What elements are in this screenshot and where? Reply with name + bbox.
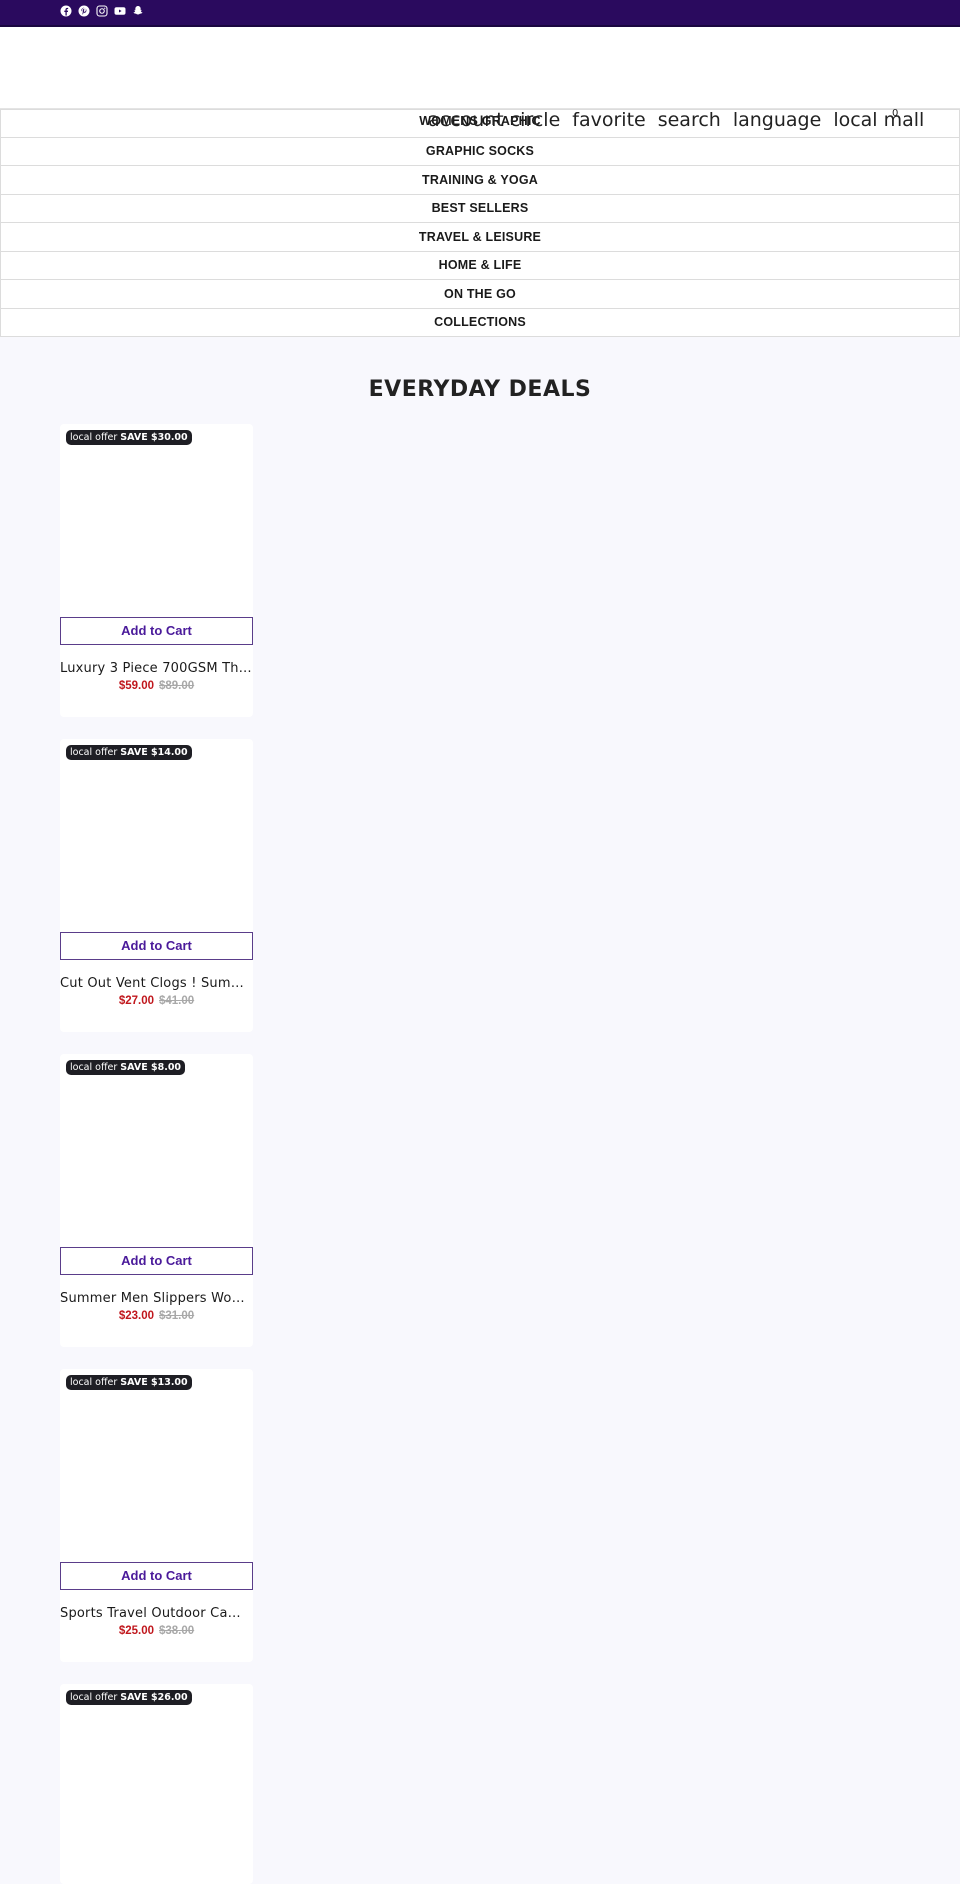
cart-icon[interactable]: local mall bbox=[833, 110, 924, 130]
header-actions: account circle favorite search language … bbox=[428, 110, 924, 130]
product-card: local offer SAVE $26.00 bbox=[60, 1684, 253, 1884]
add-to-cart-button[interactable]: Add to Cart bbox=[60, 617, 253, 645]
discount-badge: local offer SAVE $14.00 bbox=[66, 745, 192, 760]
save-amount: SAVE $26.00 bbox=[120, 1692, 188, 1703]
compare-price: $41.00 bbox=[159, 995, 195, 1007]
save-amount: SAVE $30.00 bbox=[120, 432, 188, 443]
announcement-bar bbox=[0, 0, 960, 27]
youtube-icon[interactable] bbox=[114, 5, 126, 17]
add-to-cart-button[interactable]: Add to Cart bbox=[60, 1247, 253, 1275]
nav-item-label: BEST SELLERS bbox=[431, 201, 529, 216]
product-image[interactable] bbox=[60, 1684, 253, 1877]
sale-price: $59.00 bbox=[118, 680, 154, 692]
product-image[interactable] bbox=[60, 1369, 253, 1562]
product-title[interactable]: Cut Out Vent Clogs ! Summ... bbox=[60, 976, 253, 991]
search-icon[interactable]: search bbox=[658, 110, 721, 130]
product-card: local offer SAVE $8.00 Add to Cart Summe… bbox=[60, 1054, 253, 1347]
instagram-icon[interactable] bbox=[96, 5, 108, 17]
social-links bbox=[60, 5, 144, 17]
local-offer-icon: local offer bbox=[70, 1062, 118, 1073]
section-title: EVERYDAY DEALS bbox=[368, 377, 592, 402]
sale-price: $27.00 bbox=[118, 995, 154, 1007]
compare-price: $38.00 bbox=[159, 1625, 195, 1637]
snapchat-icon[interactable] bbox=[132, 5, 144, 17]
save-amount: SAVE $13.00 bbox=[120, 1377, 188, 1388]
add-to-cart-button[interactable]: Add to Cart bbox=[60, 1562, 253, 1590]
nav-item-label: ON THE GO bbox=[444, 286, 516, 301]
compare-price: $31.00 bbox=[159, 1310, 195, 1322]
facebook-icon[interactable] bbox=[60, 5, 72, 17]
everyday-deals-section: EVERYDAY DEALS local offer SAVE $30.00 A… bbox=[0, 337, 960, 1884]
product-card: local offer SAVE $13.00 Add to Cart Spor… bbox=[60, 1369, 253, 1662]
account-icon[interactable]: account circle bbox=[428, 110, 560, 130]
product-image[interactable] bbox=[60, 739, 253, 932]
local-offer-icon: local offer bbox=[70, 432, 118, 443]
nav-item-home-life[interactable]: HOME & LIFE bbox=[0, 251, 960, 280]
local-offer-icon: local offer bbox=[70, 747, 118, 758]
main-nav: WOMENS GRAPHIC GRAPHIC SOCKS TRAINING & … bbox=[0, 109, 960, 337]
product-title[interactable]: Summer Men Slippers Wom... bbox=[60, 1291, 253, 1306]
product-card: local offer SAVE $14.00 Add to Cart Cut … bbox=[60, 739, 253, 1032]
save-amount: SAVE $8.00 bbox=[120, 1062, 182, 1073]
nav-item-on-the-go[interactable]: ON THE GO bbox=[0, 280, 960, 309]
favorite-icon[interactable]: favorite bbox=[572, 110, 645, 130]
product-title[interactable]: Luxury 3 Piece 700GSM Thi... bbox=[60, 661, 253, 676]
nav-item-training-yoga[interactable]: TRAINING & YOGA bbox=[0, 166, 960, 195]
sale-price: $25.00 bbox=[118, 1625, 154, 1637]
product-prices: $23.00 $31.00 bbox=[60, 1310, 253, 1322]
product-prices: $25.00 $38.00 bbox=[60, 1625, 253, 1637]
nav-item-collections[interactable]: COLLECTIONS bbox=[0, 308, 960, 337]
discount-badge: local offer SAVE $30.00 bbox=[66, 430, 192, 445]
save-amount: SAVE $14.00 bbox=[120, 747, 188, 758]
product-title[interactable]: Sports Travel Outdoor Cam... bbox=[60, 1606, 253, 1621]
product-prices: $59.00 $89.00 bbox=[60, 680, 253, 692]
site-header bbox=[0, 27, 960, 109]
discount-badge: local offer SAVE $26.00 bbox=[66, 1690, 192, 1705]
product-image[interactable] bbox=[60, 1054, 253, 1247]
nav-item-best-sellers[interactable]: BEST SELLERS bbox=[0, 194, 960, 223]
nav-item-label: COLLECTIONS bbox=[434, 315, 526, 330]
nav-item-travel-leisure[interactable]: TRAVEL & LEISURE bbox=[0, 223, 960, 252]
local-offer-icon: local offer bbox=[70, 1377, 118, 1388]
product-card: local offer SAVE $30.00 Add to Cart Luxu… bbox=[60, 424, 253, 717]
nav-item-label: HOME & LIFE bbox=[438, 258, 522, 273]
language-icon[interactable]: language bbox=[733, 110, 821, 130]
local-offer-icon: local offer bbox=[70, 1692, 118, 1703]
nav-item-label: GRAPHIC SOCKS bbox=[425, 144, 535, 159]
cart-count-badge: 0 bbox=[892, 108, 899, 119]
product-prices: $27.00 $41.00 bbox=[60, 995, 253, 1007]
nav-item-graphic-socks[interactable]: GRAPHIC SOCKS bbox=[0, 137, 960, 166]
compare-price: $89.00 bbox=[159, 680, 195, 692]
nav-item-label: TRAVEL & LEISURE bbox=[418, 229, 542, 244]
discount-badge: local offer SAVE $13.00 bbox=[66, 1375, 192, 1390]
product-image[interactable] bbox=[60, 424, 253, 617]
sale-price: $23.00 bbox=[118, 1310, 154, 1322]
add-to-cart-button[interactable]: Add to Cart bbox=[60, 932, 253, 960]
discount-badge: local offer SAVE $8.00 bbox=[66, 1060, 186, 1075]
nav-item-label: TRAINING & YOGA bbox=[422, 172, 538, 187]
pinterest-icon[interactable] bbox=[78, 5, 90, 17]
